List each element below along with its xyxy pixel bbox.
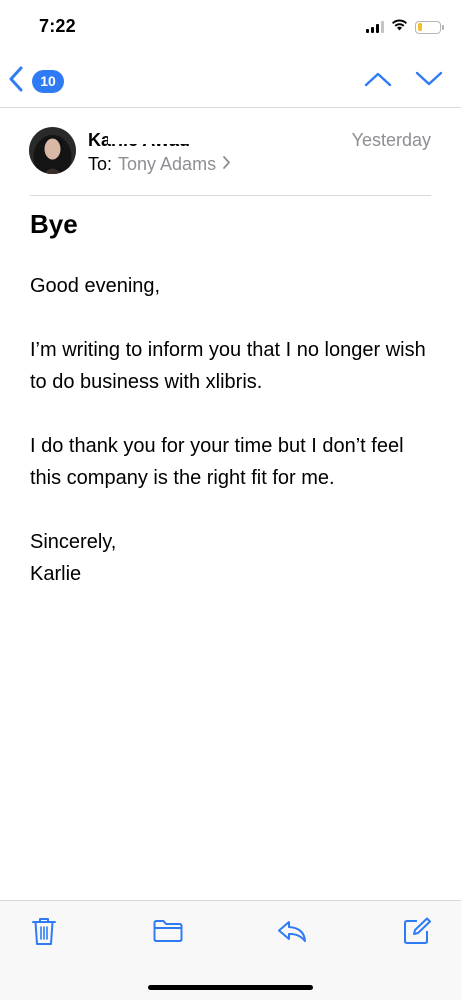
message-subject: Bye: [30, 209, 78, 239]
cellular-signal-icon: [366, 21, 384, 33]
folder-icon: [153, 919, 183, 948]
message-body: Good evening, I’m writing to inform you …: [30, 270, 440, 590]
recipient-name[interactable]: Tony Adams: [118, 154, 216, 175]
body-signoff: Sincerely,: [30, 531, 117, 553]
message-date: Yesterday: [351, 130, 431, 150]
compose-button[interactable]: [402, 917, 432, 950]
previous-message-button[interactable]: [363, 66, 393, 96]
body-signature: Karlie: [30, 563, 82, 585]
compose-icon: [403, 917, 431, 950]
sender-name-redaction: [108, 130, 208, 144]
body-paragraph-2: I do thank you for your time but I don’t…: [30, 435, 404, 489]
battery-icon: [415, 20, 444, 34]
battery-level: [417, 23, 422, 31]
chevron-up-icon: [364, 71, 392, 92]
next-message-button[interactable]: [414, 66, 444, 96]
chevron-right-icon[interactable]: [222, 154, 231, 175]
status-icons: [366, 18, 444, 36]
home-indicator: [148, 985, 313, 990]
trash-icon: [31, 916, 57, 951]
recipient-line: To: Tony Adams: [88, 154, 231, 175]
chevron-left-icon: [8, 66, 24, 97]
move-to-folder-button[interactable]: [153, 918, 183, 948]
reply-button[interactable]: [277, 918, 307, 948]
message-header: Karlie Awad To: Tony Adams Yesterday: [0, 108, 461, 196]
header-divider: [30, 195, 431, 196]
status-time: 7:22: [39, 16, 76, 36]
nav-bar: 10: [0, 54, 461, 108]
status-bar: 7:22: [0, 0, 461, 54]
body-paragraph-1: I’m writing to inform you that I no long…: [30, 339, 426, 393]
unread-count-badge: 10: [32, 69, 64, 93]
reply-icon: [277, 919, 307, 948]
sender-avatar[interactable]: [29, 127, 76, 174]
to-label: To:: [88, 154, 113, 174]
bottom-toolbar: [0, 900, 461, 1000]
chevron-down-icon: [415, 71, 443, 92]
trash-button[interactable]: [29, 916, 59, 951]
back-button[interactable]: 10: [8, 64, 64, 98]
body-greeting: Good evening,: [30, 275, 161, 297]
wifi-icon: [391, 18, 408, 36]
